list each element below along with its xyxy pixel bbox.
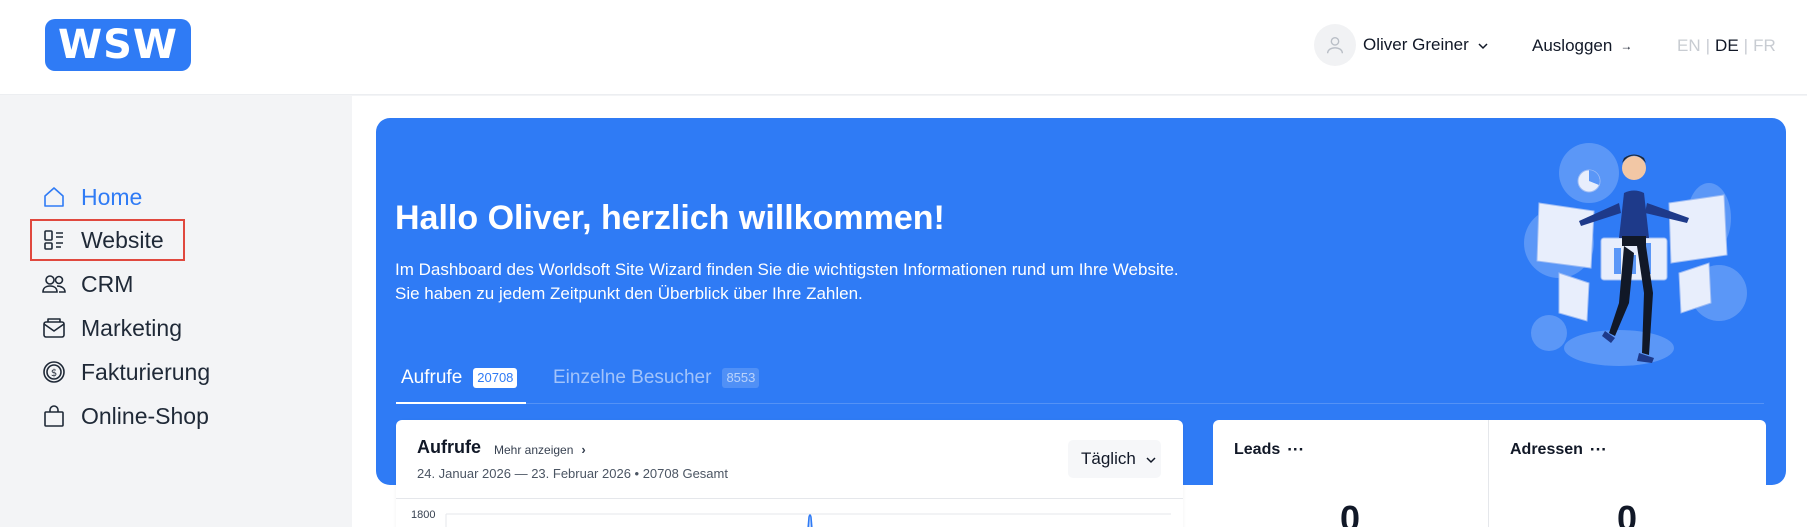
leads-title: Leads [1234, 441, 1281, 458]
tab-count-badge: 8553 [722, 368, 760, 388]
stats-tabs: Aufrufe 20708 Einzelne Besucher 8553 [396, 364, 1764, 404]
users-icon [39, 269, 69, 299]
tab-count-badge: 20708 [473, 368, 518, 388]
svg-text:$: $ [51, 368, 57, 379]
leads-value: 0 [1340, 498, 1361, 527]
sidebar-item-online-shop[interactable]: Online-Shop [30, 395, 260, 437]
sidebar-item-label: Online-Shop [81, 402, 209, 429]
adressen-title: Adressen [1510, 441, 1583, 458]
logout-link[interactable]: Ausloggen → [1532, 36, 1632, 56]
adressen-value: 0 [1617, 498, 1638, 527]
shopping-bag-icon [39, 401, 69, 431]
aufrufe-chart: 1800 [396, 498, 1183, 527]
arrow-right-icon: → [1620, 39, 1633, 53]
card-title: Adressen ··· [1510, 440, 1607, 460]
chevron-right-icon: › [581, 442, 586, 457]
top-header: WSW Oliver Greiner Ausloggen → EN | DE |… [0, 0, 1807, 95]
tab-label: Einzelne Besucher [553, 367, 712, 388]
lang-en[interactable]: EN [1677, 36, 1701, 56]
sidebar-item-website[interactable]: Website [30, 219, 185, 261]
sidebar-item-marketing[interactable]: Marketing [30, 307, 260, 349]
sidebar-item-fakturierung[interactable]: $ Fakturierung [30, 351, 260, 393]
home-icon [39, 182, 69, 212]
show-more-label[interactable]: Mehr anzeigen [494, 443, 573, 457]
language-switcher: EN | DE | FR [1677, 36, 1776, 56]
lang-de[interactable]: DE [1715, 36, 1739, 56]
sidebar: Home Website CRM Marketing $ Fakturierun… [0, 96, 351, 527]
leads-card: Leads ··· 0 [1213, 420, 1488, 527]
show-more-link[interactable]: Mehr anzeigen › [494, 442, 586, 457]
website-layout-icon [39, 225, 69, 255]
tab-label: Aufrufe [401, 367, 463, 388]
welcome-title: Hallo Oliver, herzlich willkommen! [395, 199, 945, 237]
sidebar-item-home[interactable]: Home [30, 176, 260, 218]
tab-einzelne-besucher[interactable]: Einzelne Besucher 8553 [553, 364, 760, 404]
chevron-down-icon[interactable] [1477, 42, 1489, 50]
more-options-icon[interactable]: ··· [1590, 440, 1607, 460]
user-avatar[interactable] [1314, 24, 1356, 66]
lang-fr[interactable]: FR [1753, 36, 1776, 56]
tab-aufrufe[interactable]: Aufrufe 20708 [396, 364, 526, 404]
card-title: Aufrufe [417, 437, 481, 457]
sidebar-item-label: CRM [81, 270, 134, 297]
user-menu[interactable]: Oliver Greiner [1314, 24, 1489, 66]
user-icon [1326, 36, 1344, 54]
welcome-text-line: Sie haben zu jedem Zeitpunkt den Überbli… [395, 284, 863, 303]
sidebar-item-label: Website [81, 226, 164, 253]
sidebar-item-label: Home [81, 183, 143, 210]
card-title: Leads ··· [1234, 440, 1304, 460]
lang-divider: | [1705, 36, 1711, 55]
man-with-dashboard-screens-illustration [1524, 143, 1747, 366]
chart-line-peak [445, 513, 1171, 527]
lang-divider: | [1743, 36, 1749, 55]
more-options-icon[interactable]: ··· [1287, 440, 1304, 460]
mail-icon [39, 313, 69, 343]
user-name[interactable]: Oliver Greiner [1363, 35, 1469, 55]
adressen-card: Adressen ··· 0 [1488, 420, 1766, 527]
period-select[interactable]: Täglich [1068, 440, 1161, 478]
aufrufe-card: Aufrufe Mehr anzeigen › 24. Januar 2026 … [396, 420, 1183, 527]
logout-label[interactable]: Ausloggen [1532, 36, 1612, 56]
sidebar-item-label: Fakturierung [81, 358, 211, 385]
dollar-coin-icon: $ [39, 357, 69, 387]
chevron-down-icon [1146, 457, 1156, 464]
date-range-summary: 24. Januar 2026 — 23. Februar 2026 • 207… [417, 466, 728, 481]
welcome-text: Im Dashboard des Worldsoft Site Wizard f… [395, 258, 1179, 306]
wsw-logo[interactable]: WSW [45, 19, 191, 71]
sidebar-item-crm[interactable]: CRM [30, 263, 260, 305]
period-select-value[interactable]: Täglich [1081, 449, 1136, 469]
welcome-text-line: Im Dashboard des Worldsoft Site Wizard f… [395, 260, 1179, 279]
sidebar-item-label: Marketing [81, 314, 182, 341]
